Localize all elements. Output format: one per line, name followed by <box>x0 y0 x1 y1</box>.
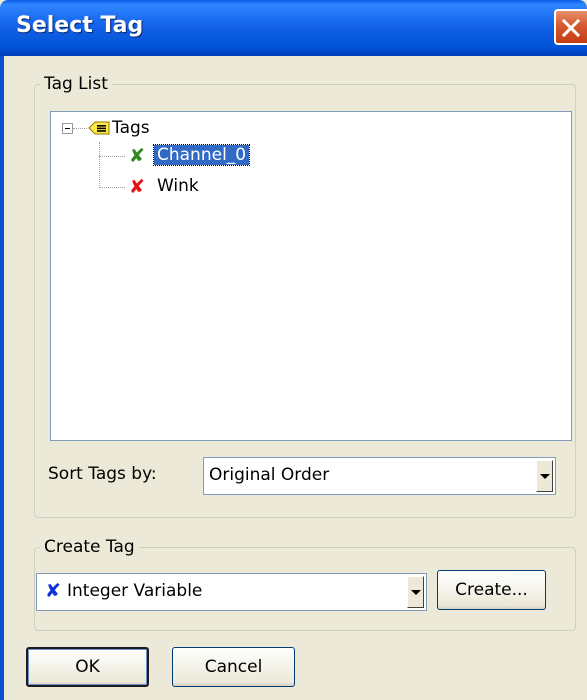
ok-button-label: OK <box>75 657 100 677</box>
tag-folder-icon <box>88 121 110 135</box>
create-tag-legend: Create Tag <box>44 537 135 557</box>
ok-button[interactable]: OK <box>26 647 149 687</box>
sort-tags-value: Original Order <box>209 465 330 485</box>
tree-root-label[interactable]: Tags <box>112 118 150 138</box>
create-button-label: Create... <box>455 580 528 600</box>
tag-tree[interactable]: Tags ✘ Channel_0 ✘ Wink <box>50 111 572 441</box>
tag-list-legend: Tag List <box>44 74 108 94</box>
tree-connector <box>99 187 125 188</box>
tag-type-select[interactable]: ✘ Integer Variable <box>36 573 427 611</box>
sort-tags-label: Sort Tags by: <box>48 464 157 484</box>
sort-tags-select[interactable]: Original Order <box>203 457 556 495</box>
blue-x-icon: ✘ <box>45 580 61 602</box>
tree-connector <box>99 156 125 157</box>
close-button[interactable] <box>554 9 587 45</box>
cancel-button-label: Cancel <box>204 657 263 677</box>
green-x-icon: ✘ <box>129 145 145 167</box>
tag-type-value: Integer Variable <box>67 581 203 601</box>
close-icon <box>561 18 581 38</box>
tree-item-label[interactable]: Wink <box>157 176 199 196</box>
create-button[interactable]: Create... <box>437 570 546 610</box>
tree-connector <box>99 142 100 188</box>
red-x-icon: ✘ <box>129 176 145 198</box>
cancel-button[interactable]: Cancel <box>172 647 295 687</box>
collapse-toggle[interactable] <box>62 123 73 134</box>
chevron-down-icon[interactable] <box>407 576 424 608</box>
title-bar: Select Tag <box>0 0 587 56</box>
tree-connector <box>73 128 87 129</box>
chevron-down-icon[interactable] <box>536 460 553 492</box>
window-frame <box>0 56 4 700</box>
tree-item-label[interactable]: Channel_0 <box>152 144 251 166</box>
dialog-title: Select Tag <box>16 13 144 38</box>
